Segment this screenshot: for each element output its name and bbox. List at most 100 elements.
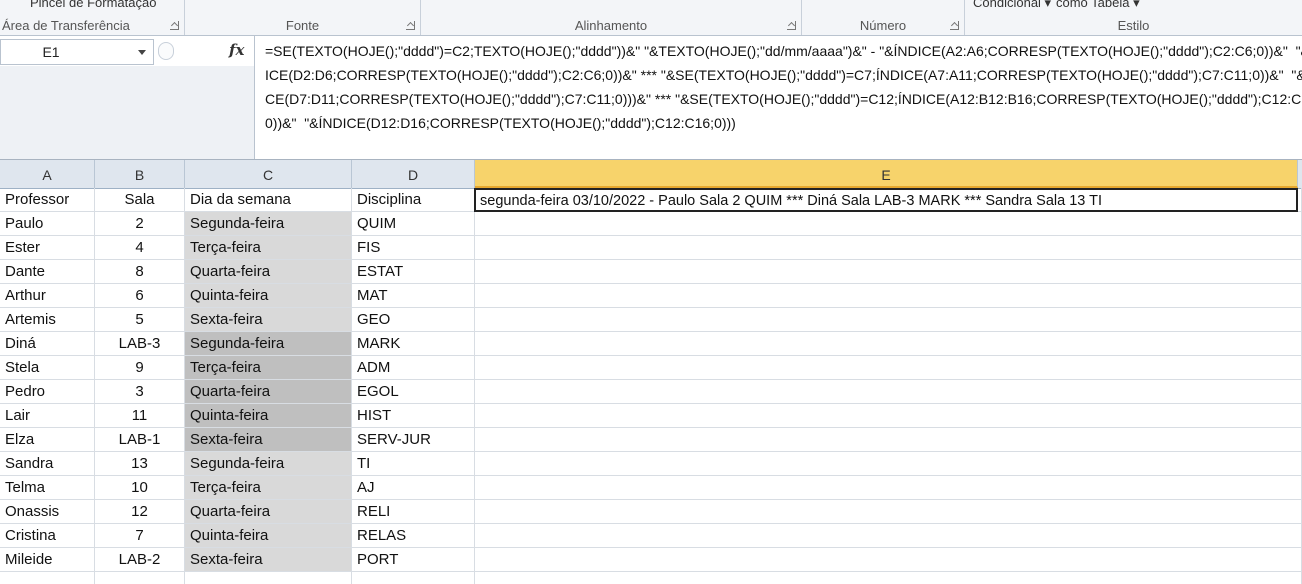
grid-cell[interactable]: TI xyxy=(352,452,475,476)
grid-cell[interactable]: Terça-feira xyxy=(185,476,352,500)
grid-cell[interactable]: Segunda-feira xyxy=(185,332,352,356)
grid-cell[interactable] xyxy=(352,572,475,584)
grid-cell[interactable]: Terça-feira xyxy=(185,356,352,380)
dialog-launcher-icon[interactable] xyxy=(787,21,796,30)
grid-cell[interactable]: Ester xyxy=(0,236,95,260)
grid-cell[interactable]: Lair xyxy=(0,404,95,428)
grid-cell[interactable]: Segunda-feira xyxy=(185,212,352,236)
grid-cell[interactable] xyxy=(475,188,1302,212)
dialog-launcher-icon[interactable] xyxy=(170,21,179,30)
grid-cell[interactable]: RELAS xyxy=(352,524,475,548)
formula-bar-resize-handle[interactable] xyxy=(158,42,174,60)
grid-cell[interactable]: LAB-1 xyxy=(95,428,185,452)
grid-cell[interactable] xyxy=(95,572,185,584)
grid-cell[interactable]: Quarta-feira xyxy=(185,380,352,404)
grid-cell[interactable] xyxy=(0,572,95,584)
grid-cell[interactable]: Sala xyxy=(95,188,185,212)
grid-cell[interactable]: Disciplina xyxy=(352,188,475,212)
grid-cell[interactable]: 4 xyxy=(95,236,185,260)
grid-cell[interactable]: Sandra xyxy=(0,452,95,476)
grid-cell[interactable]: Quarta-feira xyxy=(185,260,352,284)
grid-cell[interactable]: 11 xyxy=(95,404,185,428)
grid-cell[interactable]: RELI xyxy=(352,500,475,524)
grid-cell[interactable] xyxy=(475,380,1302,404)
grid-cell[interactable]: 12 xyxy=(95,500,185,524)
grid-cell[interactable]: 9 xyxy=(95,356,185,380)
grid-cell[interactable]: 10 xyxy=(95,476,185,500)
grid-cell[interactable]: Arthur xyxy=(0,284,95,308)
grid-cell[interactable] xyxy=(475,524,1302,548)
grid-cell[interactable] xyxy=(475,572,1302,584)
grid-cell[interactable]: 2 xyxy=(95,212,185,236)
grid-cell[interactable]: MARK xyxy=(352,332,475,356)
grid-cell[interactable]: Elza xyxy=(0,428,95,452)
grid-cell[interactable]: Sexta-feira xyxy=(185,548,352,572)
insert-function-icon[interactable]: fx xyxy=(229,41,244,59)
grid-cell[interactable] xyxy=(475,548,1302,572)
grid-cell[interactable]: Quarta-feira xyxy=(185,500,352,524)
grid-cell[interactable]: Onassis xyxy=(0,500,95,524)
grid-cell[interactable]: Paulo xyxy=(0,212,95,236)
chevron-down-icon[interactable] xyxy=(138,50,146,55)
name-box[interactable]: E1 xyxy=(0,39,154,65)
grid-cell[interactable]: Mileide xyxy=(0,548,95,572)
grid-cell[interactable]: Professor xyxy=(0,188,95,212)
grid-cell[interactable]: ADM xyxy=(352,356,475,380)
grid-cell[interactable]: Segunda-feira xyxy=(185,452,352,476)
grid-cell[interactable] xyxy=(475,260,1302,284)
grid-cell[interactable]: HIST xyxy=(352,404,475,428)
grid-cell[interactable]: Telma xyxy=(0,476,95,500)
dialog-launcher-icon[interactable] xyxy=(950,21,959,30)
column-header-b[interactable]: B xyxy=(95,160,185,188)
grid-cell[interactable]: Diná xyxy=(0,332,95,356)
grid-cell[interactable] xyxy=(475,236,1302,260)
grid-cell[interactable]: Cristina xyxy=(0,524,95,548)
grid-cell[interactable]: SERV-JUR xyxy=(352,428,475,452)
grid-cell[interactable]: Artemis xyxy=(0,308,95,332)
grid-cell[interactable]: PORT xyxy=(352,548,475,572)
column-header-c[interactable]: C xyxy=(185,160,352,188)
grid-cell[interactable] xyxy=(475,476,1302,500)
grid-cell[interactable] xyxy=(475,428,1302,452)
grid-cell[interactable] xyxy=(475,332,1302,356)
column-header-d[interactable]: D xyxy=(352,160,475,188)
grid-cell[interactable]: 5 xyxy=(95,308,185,332)
formula-input[interactable]: =SE(TEXTO(HOJE();"dddd")=C2;TEXTO(HOJE()… xyxy=(254,36,1302,159)
grid-cell[interactable]: QUIM xyxy=(352,212,475,236)
grid-cell[interactable]: FIS xyxy=(352,236,475,260)
grid-cell[interactable]: 3 xyxy=(95,380,185,404)
grid-cell[interactable] xyxy=(475,212,1302,236)
grid-cell[interactable]: Terça-feira xyxy=(185,236,352,260)
grid-cell[interactable]: EGOL xyxy=(352,380,475,404)
grid-cell[interactable]: 8 xyxy=(95,260,185,284)
grid-cell[interactable]: MAT xyxy=(352,284,475,308)
column-header-e[interactable]: E xyxy=(475,160,1298,188)
grid-cell[interactable]: Dante xyxy=(0,260,95,284)
grid-cell[interactable]: AJ xyxy=(352,476,475,500)
grid-cell[interactable]: Sexta-feira xyxy=(185,428,352,452)
grid-cell[interactable]: ESTAT xyxy=(352,260,475,284)
grid-cell[interactable]: Pedro xyxy=(0,380,95,404)
grid-cell[interactable]: LAB-3 xyxy=(95,332,185,356)
grid-cell[interactable]: 13 xyxy=(95,452,185,476)
grid-cell[interactable] xyxy=(185,572,352,584)
grid-cell[interactable] xyxy=(475,284,1302,308)
grid-cell[interactable] xyxy=(475,500,1302,524)
grid-cell[interactable]: LAB-2 xyxy=(95,548,185,572)
format-painter-button[interactable]: Pincel de Formatação xyxy=(30,0,156,10)
grid-cell[interactable] xyxy=(475,308,1302,332)
grid-cell[interactable]: Quinta-feira xyxy=(185,524,352,548)
conditional-formatting-button[interactable]: Condicional ▾ xyxy=(973,0,1051,11)
grid-cell[interactable]: Quinta-feira xyxy=(185,404,352,428)
grid-cell[interactable] xyxy=(475,452,1302,476)
format-as-table-button[interactable]: como Tabela ▾ xyxy=(1056,0,1140,11)
grid-cell[interactable]: 7 xyxy=(95,524,185,548)
grid-cell[interactable] xyxy=(475,356,1302,380)
grid-cell[interactable]: GEO xyxy=(352,308,475,332)
grid-cell[interactable]: Sexta-feira xyxy=(185,308,352,332)
dialog-launcher-icon[interactable] xyxy=(406,21,415,30)
grid-cell[interactable]: 6 xyxy=(95,284,185,308)
grid-cell[interactable]: Quinta-feira xyxy=(185,284,352,308)
grid-cell[interactable]: Stela xyxy=(0,356,95,380)
column-header-a[interactable]: A xyxy=(0,160,95,188)
